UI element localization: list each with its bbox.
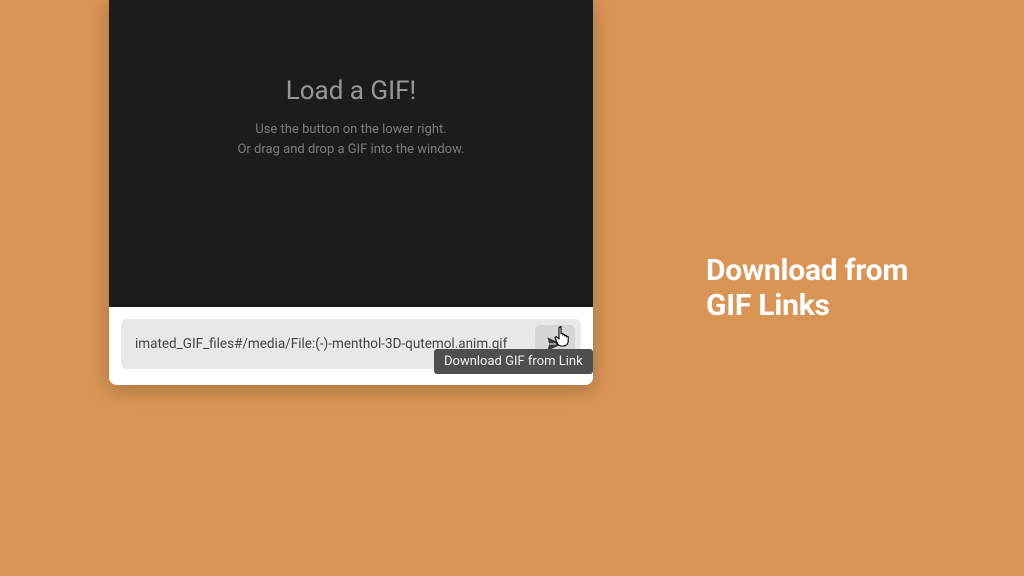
gif-drop-zone[interactable]: Load a GIF! Use the button on the lower … [109,0,593,307]
drop-zone-title: Load a GIF! [109,76,593,106]
headline-line-2: GIF Links [706,289,908,324]
app-window: Load a GIF! Use the button on the lower … [109,0,593,385]
drop-zone-hint-1: Use the button on the lower right. [109,120,593,140]
drop-zone-prompt: Load a GIF! Use the button on the lower … [109,0,593,160]
marketing-headline: Download from GIF Links [706,254,908,323]
headline-line-1: Download from [706,254,908,289]
download-tooltip: Download GIF from Link [434,349,593,374]
drop-zone-hint-2: Or drag and drop a GIF into the window. [109,140,593,160]
